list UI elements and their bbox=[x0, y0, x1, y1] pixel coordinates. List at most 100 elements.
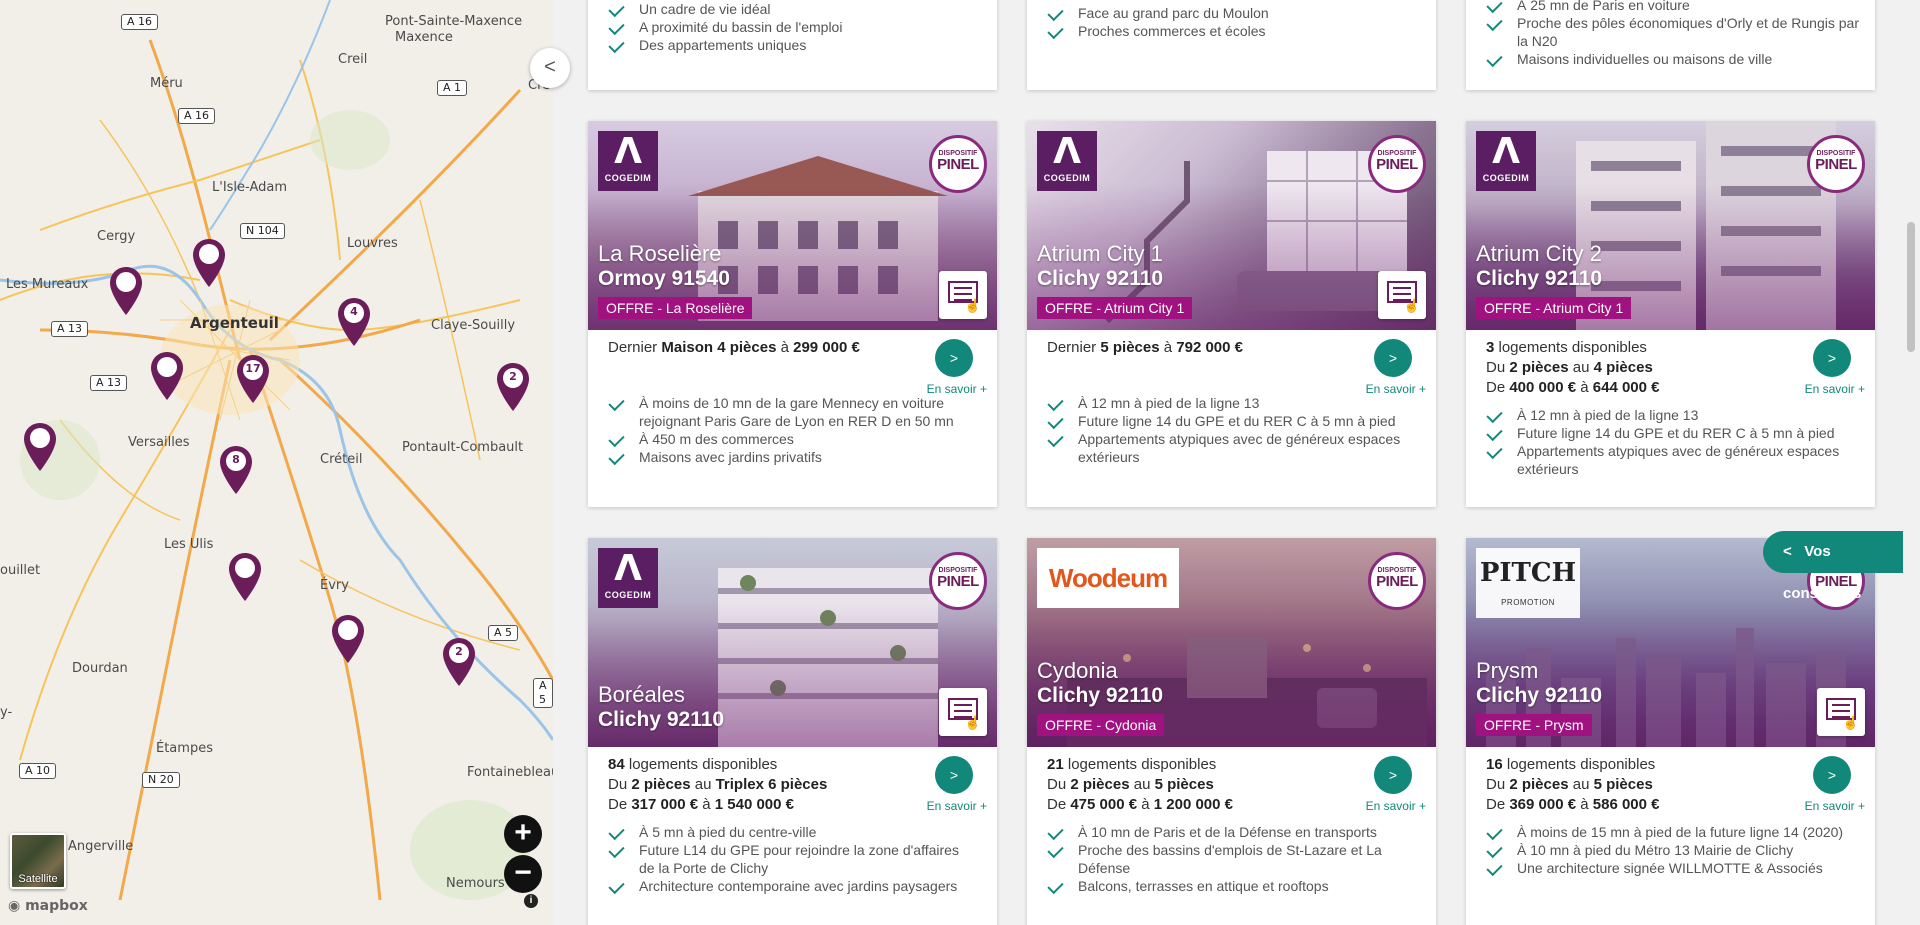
road-shield: A 10 bbox=[19, 763, 57, 779]
feature-item: À 25 mn de Paris en voiture bbox=[1486, 0, 1866, 14]
map-roads bbox=[0, 0, 553, 901]
map-panel[interactable]: Pont-Sainte-Maxence Maxence Creil Méru C… bbox=[0, 0, 553, 925]
learn-more-link[interactable]: En savoir + bbox=[1805, 799, 1865, 813]
feature-item: Future ligne 14 du GPE et du RER C à 5 m… bbox=[1047, 412, 1416, 430]
feature-list: À moins de 10 mn de la gare Mennecy en v… bbox=[608, 394, 977, 466]
cogedim-logo: Λ COGEDIM bbox=[598, 548, 658, 608]
map-marker[interactable] bbox=[228, 552, 262, 602]
program-name: Prysm bbox=[1476, 658, 1539, 683]
map-marker-cluster[interactable]: 17 bbox=[236, 354, 270, 404]
city-label: Créteil bbox=[320, 452, 363, 467]
program-card: Un cadre de vie idéal A proximité du bas… bbox=[588, 0, 997, 90]
city-label: Pont-Sainte-Maxence bbox=[385, 14, 523, 29]
feature-item: À 10 mn à pied du Métro 13 Mairie de Cli… bbox=[1486, 841, 1855, 859]
scrollbar[interactable] bbox=[1902, 0, 1920, 925]
advisors-button[interactable]: < Vos conseillers bbox=[1763, 531, 1903, 602]
map-marker[interactable] bbox=[192, 238, 226, 288]
scrollbar-thumb[interactable] bbox=[1907, 222, 1915, 352]
zoom-out-button[interactable]: − bbox=[504, 855, 542, 893]
feature-item: Balcons, terrasses en attique et rooftop… bbox=[1047, 877, 1416, 895]
program-summary: 21 logements disponibles Du 2 pièces au … bbox=[1047, 756, 1234, 813]
offer-tag[interactable]: OFFRE - La Roselière bbox=[598, 297, 753, 319]
pinel-badge: DISPOSITIFPINEL bbox=[1368, 552, 1426, 610]
program-card: Face au grand parc du Moulon Proches com… bbox=[1027, 0, 1436, 90]
road-shield: A 13 bbox=[51, 321, 89, 337]
map-marker-cluster[interactable]: 2 bbox=[496, 362, 530, 412]
map-marker[interactable] bbox=[331, 614, 365, 664]
feature-item: Face au grand parc du Moulon bbox=[1047, 4, 1269, 22]
program-card[interactable]: Λ COGEDIM DISPOSITIF PINEL Atrium City 1 C… bbox=[1027, 121, 1436, 507]
go-button[interactable]: > bbox=[1374, 756, 1412, 794]
feature-item: Une architecture signée WILLMOTTE & Asso… bbox=[1486, 859, 1855, 877]
zoom-in-button[interactable]: + bbox=[504, 815, 542, 853]
program-name: Atrium City 1 bbox=[1037, 241, 1163, 266]
program-summary: Dernier Maison 4 pièces à 299 000 € bbox=[608, 339, 860, 356]
go-button[interactable]: > bbox=[1374, 339, 1412, 377]
program-image[interactable]: Λ COGEDIM DISPOSITIF PINEL Boréales Clichy… bbox=[588, 538, 997, 747]
program-summary: 16 logements disponibles Du 2 pièces au … bbox=[1486, 756, 1660, 813]
floor-plan-icon[interactable]: ☝ bbox=[939, 271, 987, 319]
go-button[interactable]: > bbox=[935, 756, 973, 794]
program-card[interactable]: Λ COGEDIM DISPOSITIF PINEL Atrium City 2 C… bbox=[1466, 121, 1875, 507]
feature-item: Un cadre de vie idéal bbox=[608, 0, 842, 18]
feature-item: Proches commerces et écoles bbox=[1047, 22, 1269, 40]
floor-plan-icon[interactable]: ☝ bbox=[1378, 271, 1426, 319]
program-name: La Roselière bbox=[598, 241, 722, 266]
feature-item: À 12 mn à pied de la ligne 13 bbox=[1486, 406, 1855, 424]
feature-item: Appartements atypiques avec de généreux … bbox=[1047, 430, 1416, 466]
feature-list: À 5 mn à pied du centre-ville Future L14… bbox=[608, 823, 977, 895]
pinel-badge: DISPOSITIFPINEL bbox=[929, 552, 987, 610]
offer-tag[interactable]: OFFRE - Prysm bbox=[1476, 714, 1592, 736]
collapse-map-button[interactable]: < bbox=[530, 48, 570, 88]
road-shield: A 13 bbox=[90, 375, 128, 391]
feature-item: À 10 mn de Paris et de la Défense en tra… bbox=[1047, 823, 1416, 841]
offer-tag[interactable]: OFFRE - Atrium City 1 bbox=[1476, 297, 1632, 319]
feature-item: A proximité du bassin de l'emploi bbox=[608, 18, 842, 36]
learn-more-link[interactable]: En savoir + bbox=[927, 799, 987, 813]
satellite-toggle[interactable]: Satellite bbox=[10, 833, 66, 889]
floor-plan-icon[interactable]: ☝ bbox=[939, 688, 987, 736]
program-card[interactable]: Woodeum DISPOSITIF PINEL Cydonia Clichy 9… bbox=[1027, 538, 1436, 925]
mapbox-logo: ◉ mapbox bbox=[8, 898, 88, 914]
feature-item: Appartements atypiques avec de généreux … bbox=[1486, 442, 1855, 478]
go-button[interactable]: > bbox=[935, 339, 973, 377]
road-shield: A 16 bbox=[121, 14, 159, 30]
program-image[interactable]: Λ COGEDIM DISPOSITIF PINEL Atrium City 2 C… bbox=[1466, 121, 1875, 330]
program-city: Clichy 92110 bbox=[598, 708, 725, 731]
program-image[interactable]: Λ COGEDIM DISPOSITIF PINEL Atrium City 1 C… bbox=[1027, 121, 1436, 330]
city-label: Étampes bbox=[156, 741, 213, 756]
road-shield: A 5 bbox=[488, 625, 519, 641]
offer-tag[interactable]: OFFRE - Cydonia bbox=[1037, 714, 1165, 736]
program-image[interactable]: Λ COGEDIM DISPOSITIF PINEL La Roselière Or… bbox=[588, 121, 997, 330]
map-marker[interactable] bbox=[109, 266, 143, 316]
city-label: Angerville bbox=[68, 839, 134, 854]
pinel-badge: DISPOSITIFPINEL bbox=[929, 135, 987, 193]
map-marker-cluster[interactable]: 2 bbox=[442, 637, 476, 687]
feature-list: Face au grand parc du Moulon Proches com… bbox=[1047, 4, 1269, 40]
city-label: Fontainebleau bbox=[467, 765, 553, 780]
go-button[interactable]: > bbox=[1813, 339, 1851, 377]
feature-list: À moins de 15 mn à pied de la future lig… bbox=[1486, 823, 1855, 877]
floor-plan-icon[interactable]: ☝ bbox=[1817, 688, 1865, 736]
city-label: Évry bbox=[320, 578, 349, 593]
city-label: Creil bbox=[338, 52, 368, 67]
map-marker-cluster[interactable]: 4 bbox=[337, 297, 371, 347]
feature-list: À 12 mn à pied de la ligne 13 Future lig… bbox=[1047, 394, 1416, 466]
cogedim-logo: Λ COGEDIM bbox=[1476, 131, 1536, 191]
offer-tag[interactable]: OFFRE - Atrium City 1 bbox=[1037, 297, 1193, 319]
feature-item: À 450 m des commerces bbox=[608, 430, 977, 448]
learn-more-link[interactable]: En savoir + bbox=[1366, 799, 1426, 813]
map-marker-cluster[interactable]: 8 bbox=[219, 445, 253, 495]
program-card[interactable]: Λ COGEDIM DISPOSITIF PINEL La Roselière Or… bbox=[588, 121, 997, 507]
go-button[interactable]: > bbox=[1813, 756, 1851, 794]
program-card[interactable]: Λ COGEDIM DISPOSITIF PINEL Boréales Clichy… bbox=[588, 538, 997, 925]
map-marker[interactable] bbox=[23, 422, 57, 472]
program-city: Clichy 92110 bbox=[1476, 267, 1603, 290]
pitch-promotion-logo: PITCH PROMOTION bbox=[1476, 548, 1580, 618]
program-city: Ormoy 91540 bbox=[598, 267, 730, 290]
learn-more-link[interactable]: En savoir + bbox=[1805, 382, 1865, 396]
map-marker[interactable] bbox=[150, 351, 184, 401]
program-name: Boréales bbox=[598, 682, 685, 707]
program-image[interactable]: Woodeum DISPOSITIF PINEL Cydonia Clichy 9… bbox=[1027, 538, 1436, 747]
info-icon[interactable]: i bbox=[524, 894, 538, 908]
